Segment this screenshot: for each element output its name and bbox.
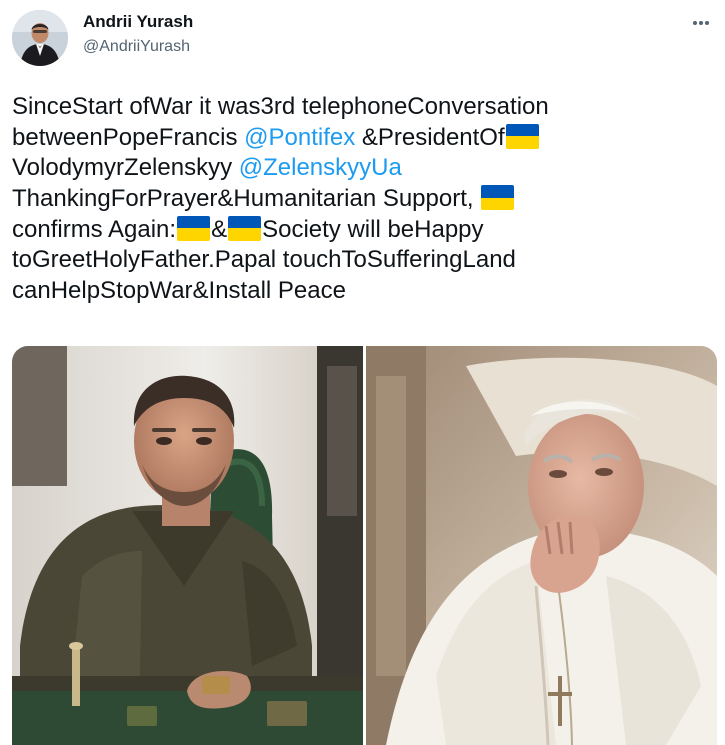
tweet-line-5: confirms Again: & Society will beHappy xyxy=(12,215,712,246)
more-horizontal-icon xyxy=(693,21,709,25)
ukraine-flag-emoji-icon xyxy=(228,215,262,241)
tweet-line-3: VolodymyrZelenskyy @ZelenskyyUa xyxy=(12,153,712,184)
tweet-line-1: SinceStart ofWar it was3rd telephoneConv… xyxy=(12,92,712,123)
tweet-line-2: betweenPopeFrancis @Pontifex &PresidentO… xyxy=(12,123,712,154)
text-segment: betweenPopeFrancis xyxy=(12,123,245,151)
text-segment: VolodymyrZelenskyy xyxy=(12,154,239,182)
text-segment: &PresidentOf xyxy=(355,123,505,151)
ukraine-flag-emoji-icon xyxy=(505,123,539,149)
photo-image xyxy=(12,346,363,745)
text-segment: canHelpStopWar&Install Peace xyxy=(12,277,346,305)
photo-zelenskyy[interactable] xyxy=(12,346,363,745)
author-handle[interactable]: @AndriiYurash xyxy=(83,38,190,56)
avatar-image xyxy=(12,10,68,66)
text-segment: & xyxy=(211,215,228,243)
ukraine-flag-emoji-icon xyxy=(177,215,211,241)
text-segment: confirms Again: xyxy=(12,215,177,243)
author-avatar[interactable] xyxy=(12,10,68,66)
photo-pope-francis[interactable] xyxy=(366,346,717,745)
tweet-line-4: ThankingForPrayer&Humanitarian Support, xyxy=(12,184,712,215)
photo-image xyxy=(366,346,717,745)
mention-zelenskyyua-link[interactable]: @ZelenskyyUa xyxy=(239,154,402,181)
ukraine-flag-emoji-icon xyxy=(481,185,515,211)
tweet-line-7: canHelpStopWar&Install Peace xyxy=(12,276,712,307)
tweet-line-6: toGreetHolyFather.Papal touchToSuffering… xyxy=(12,245,712,276)
text-segment: toGreetHolyFather.Papal touchToSuffering… xyxy=(12,246,516,274)
more-options-button[interactable] xyxy=(687,13,715,33)
text-segment: SinceStart ofWar it was3rd telephoneConv… xyxy=(12,93,549,120)
text-segment: ThankingForPrayer&Humanitarian Support, xyxy=(12,185,481,213)
text-segment: Society will beHappy xyxy=(262,215,484,243)
tweet-text: SinceStart ofWar it was3rd telephoneConv… xyxy=(12,92,712,307)
author-name[interactable]: Andrii Yurash xyxy=(83,12,193,32)
mention-pontifex-link[interactable]: @Pontifex xyxy=(244,124,355,151)
tweet-media-grid xyxy=(12,346,717,745)
